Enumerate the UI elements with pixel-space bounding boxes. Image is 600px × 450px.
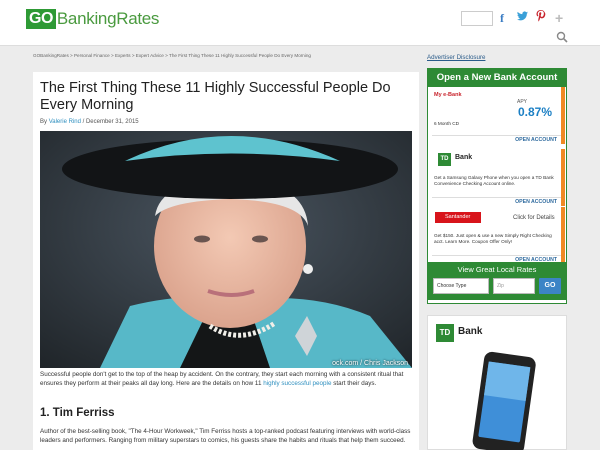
local-rates-widget: View Great Local Rates Choose Type Zip G… bbox=[427, 262, 567, 300]
queen-photo-illustration bbox=[40, 131, 412, 368]
site-header: GO BankingRates f + bbox=[0, 0, 600, 46]
myebank-logo: My e-Bank bbox=[434, 92, 462, 98]
googleplus-icon[interactable]: + bbox=[555, 10, 563, 26]
successful-people-link[interactable]: highly successful people bbox=[263, 380, 331, 387]
byline-by: By bbox=[40, 119, 48, 125]
section-paragraph: Author of the best-selling book, "The 4-… bbox=[40, 428, 411, 445]
logo-go: GO bbox=[26, 9, 56, 29]
zip-input[interactable]: Zip bbox=[493, 278, 535, 294]
apy-rate: 0.87% bbox=[518, 105, 553, 119]
gobankingrates-logo[interactable]: GO BankingRates bbox=[26, 9, 159, 29]
santander-logo: Santander bbox=[435, 212, 481, 223]
page-title: The First Thing These 11 Highly Successf… bbox=[40, 80, 391, 113]
click-for-details[interactable]: Click for Details bbox=[513, 215, 555, 221]
photo-credit: ock.com / Chris Jackson bbox=[332, 360, 408, 367]
advertiser-disclosure-link[interactable]: Advertiser Disclosure bbox=[427, 54, 485, 61]
offer-myebank[interactable]: My e-Bank APY 0.87% 6 Month CD OPEN ACCO… bbox=[432, 87, 565, 144]
search-icon[interactable] bbox=[556, 31, 568, 43]
td-logo: TD bbox=[438, 153, 451, 166]
offer-td-bank[interactable]: TD Bank Get a Samsung Galaxy Phone when … bbox=[432, 149, 565, 206]
offer-santander[interactable]: Santander Click for Details Get $150. Ju… bbox=[432, 207, 565, 264]
header-search-input[interactable] bbox=[461, 11, 493, 26]
pinterest-icon[interactable] bbox=[536, 10, 546, 26]
go-button[interactable]: GO bbox=[539, 278, 561, 294]
facebook-icon[interactable]: f bbox=[500, 10, 504, 26]
td-ad-logo: TD bbox=[436, 324, 454, 342]
td-bank-ad[interactable]: TD Bank bbox=[427, 315, 567, 450]
bank-box-title: Open a New Bank Account bbox=[428, 69, 566, 87]
logo-text: BankingRates bbox=[56, 9, 160, 28]
article-date: / December 31, 2015 bbox=[82, 119, 139, 125]
td-ad-word: Bank bbox=[458, 326, 483, 337]
breadcrumb[interactable]: GOBankingRates > Personal Finance > Expe… bbox=[33, 53, 311, 58]
twitter-icon[interactable] bbox=[517, 10, 528, 26]
offer-description: Get $150. Just open & use a new Simply R… bbox=[434, 233, 552, 244]
account-type-select[interactable]: Choose Type bbox=[433, 278, 489, 294]
intro-paragraph: Successful people don't get to the top o… bbox=[40, 370, 412, 389]
open-account-button[interactable]: OPEN ACCOUNT bbox=[432, 197, 561, 206]
phone-image bbox=[472, 351, 536, 450]
open-account-button[interactable]: OPEN ACCOUNT bbox=[432, 135, 561, 144]
section-heading-tim-ferriss: 1. Tim Ferriss bbox=[40, 407, 115, 419]
author-link[interactable]: Valerie Rind bbox=[49, 119, 81, 125]
article-photo: ock.com / Chris Jackson bbox=[40, 131, 412, 368]
offer-description: 6 Month CD bbox=[434, 121, 460, 126]
offer-description: Get a Samsung Galaxy Phone when you open… bbox=[434, 175, 554, 186]
local-rates-title: View Great Local Rates bbox=[457, 265, 537, 274]
td-bank-name: Bank bbox=[455, 154, 473, 161]
byline: By Valerie Rind / December 31, 2015 bbox=[40, 119, 139, 125]
intro-text-after: start their days. bbox=[331, 380, 377, 388]
